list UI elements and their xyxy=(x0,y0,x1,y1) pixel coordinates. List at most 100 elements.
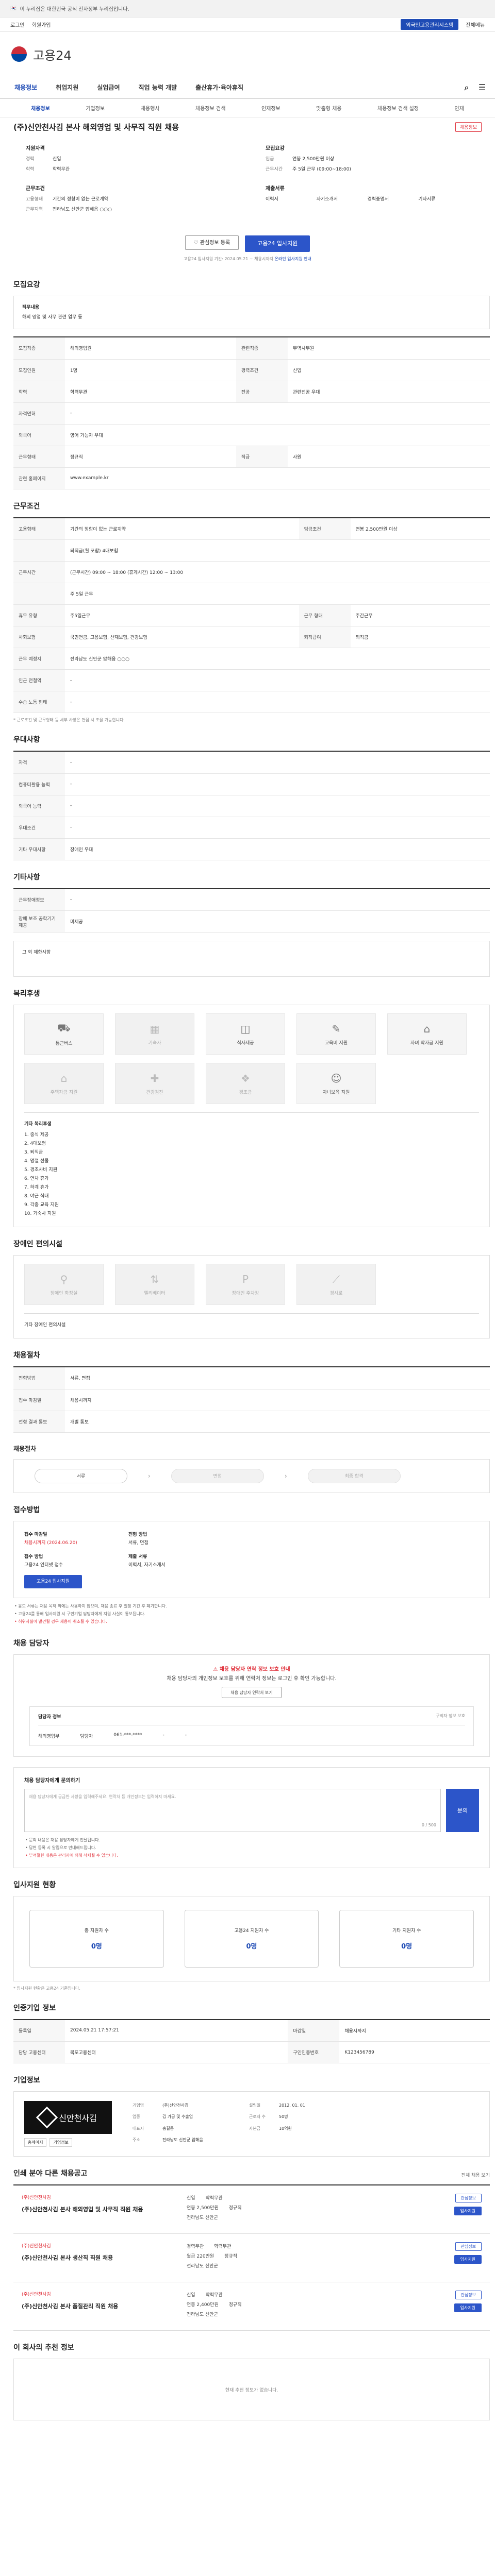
subnav-item[interactable]: 채용행사 xyxy=(141,104,160,112)
section-recommend: 이 회사의 추천 정보 현재 추천 정보가 없습니다. xyxy=(0,2342,495,2420)
table-value: 목포고용센터 xyxy=(65,2041,288,2063)
related-more-link[interactable]: 전체 채용 보기 xyxy=(461,2172,490,2178)
nav-training[interactable]: 직업 능력 개발 xyxy=(131,83,185,92)
login-link[interactable]: 로그인 xyxy=(10,21,25,28)
related-scrap-button[interactable]: 관심정보 xyxy=(455,2242,482,2251)
search-icon[interactable]: ⌕ xyxy=(461,82,472,93)
company-logo-text: 신안천사김 xyxy=(59,2113,97,2123)
subnav-item[interactable]: 채용정보 검색 xyxy=(195,104,225,112)
related-details: 경력무관 학력무관 월급 220만원 정규직 전라남도 신안군 xyxy=(176,2242,409,2272)
summary-group-title: 제출서류 xyxy=(266,186,285,192)
conditions-note: * 근로조건 및 근무형태 등 세부 사항은 면접 시 조율 가능합니다. xyxy=(13,718,125,722)
table-key: 전형 결과 통보 xyxy=(13,1411,65,1433)
table-key: 경력조건 xyxy=(236,359,288,381)
related-company: (주)신안천사김 xyxy=(22,2244,51,2249)
table-value: - xyxy=(65,889,490,911)
table-value: - xyxy=(65,402,490,425)
table-key: 수습 노동 형태 xyxy=(13,691,65,713)
table-value: 전라남도 신안군 압해읍 ○○○ xyxy=(65,648,490,670)
table-key: 인근 전철역 xyxy=(13,669,65,691)
menu-icon[interactable]: ☰ xyxy=(476,82,488,92)
gov-banner: 🇰🇷 이 누리집은 대한민국 공식 전자정부 누리집입니다. xyxy=(0,0,495,18)
table-row: 학력 학력무관 전공 관련전공 우대 xyxy=(13,381,490,403)
signup-link[interactable]: 회원가입 xyxy=(32,21,51,28)
company-key: 대표자 xyxy=(133,2126,144,2131)
apply-box-button[interactable]: 고용24 입사지원 xyxy=(24,1574,82,1588)
subnav-item[interactable]: 인재 xyxy=(455,104,464,112)
nav-jobs[interactable]: 채용정보 xyxy=(7,83,44,92)
all-menu-link[interactable]: 전체메뉴 xyxy=(466,21,485,28)
stats-note: * 입사지원 현황은 고용24 기준입니다. xyxy=(13,1986,80,1991)
contact-view-button[interactable]: 채용 담당자 연락처 보기 xyxy=(222,1686,282,1698)
welfare-label: 식사제공 xyxy=(237,1040,254,1046)
related-job-item[interactable]: (주)신안천사김 (주)신안천사김 본사 품질관리 직원 채용 신입 학력무관 연봉 2… xyxy=(13,2282,490,2331)
company-info: 기업명 (주)신안천사김 설립일 2012. 01. 01 업종 김 가공 및 수출업… xyxy=(133,2101,479,2147)
section-contact: 채용 담당자 ⚠ 채용 담당자 연락 정보 보호 안내 채용 담당자의 개인정보… xyxy=(0,1638,495,1868)
stats-box: 총 지원자 수 0명 고용24 지원자 수 0명 기타 지원자 수 0명 xyxy=(13,1895,490,1981)
box-text: 해외 영업 및 사무 관련 업무 등 xyxy=(22,315,82,320)
table-key: 구인인증번호 xyxy=(288,2041,340,2063)
company-homepage-link[interactable]: 홈페이지 xyxy=(24,2138,47,2147)
related-job-item[interactable]: (주)신안천사김 (주)신안천사김 본사 생산직 직원 채용 경력무관 학력무관 월급 … xyxy=(13,2234,490,2282)
section-title: 채용절차 xyxy=(13,1351,40,1360)
related-title[interactable]: (주)신안천사김 본사 해외영업 및 사무직 직원 채용 xyxy=(22,2206,176,2214)
related-title[interactable]: (주)신안천사김 본사 품질관리 직원 채용 xyxy=(22,2302,176,2311)
foreign-employment-link[interactable]: 외국인고용관리시스템 xyxy=(401,19,459,30)
contact-alert: ⚠ 채용 담당자 연락 정보 보호 안내 채용 담당자의 개인정보 보호를 위해… xyxy=(24,1665,479,1698)
company-value: 김 가공 및 수출업 xyxy=(162,2114,193,2120)
summary-key: 경력 xyxy=(26,157,35,162)
welfare-card: ❖ 경조금 xyxy=(206,1063,285,1104)
stat-label: 기타 지원자 수 xyxy=(392,1928,421,1934)
related-apply-button[interactable]: 입사지원 xyxy=(454,2303,482,2312)
related-apply-button[interactable]: 입사지원 xyxy=(454,2207,482,2215)
subnav-item[interactable]: 채용정보 검색 설정 xyxy=(377,104,419,112)
subnav-item[interactable]: 인재정보 xyxy=(261,104,280,112)
section-selection: 채용절차 전형방법 서류, 면접 접수 마감일 채용시까지 전형 결과 통보 개별 통보 … xyxy=(0,1350,495,1493)
summary-group-title: 모집요강 xyxy=(266,146,285,151)
table-value: 연봉 2,500만원 이상 xyxy=(350,518,490,540)
welfare-label: 엘리베이터 xyxy=(144,1291,166,1296)
inquiry-submit-button[interactable]: 문의 xyxy=(446,1788,479,1832)
contact-info-title: 담당자 정보 xyxy=(38,1714,61,1720)
apply-guide-link[interactable]: 온라인 입사지원 안내 xyxy=(275,257,311,261)
inquiry-textarea[interactable]: 채용 담당자에게 궁금한 사항을 입력해주세요. 연락처 등 개인정보는 입력하… xyxy=(24,1788,441,1832)
nav-leave[interactable]: 출산휴가·육아휴직 xyxy=(188,83,251,92)
related-scrap-button[interactable]: 관심정보 xyxy=(455,2194,482,2202)
subnav-item[interactable]: 맞춤형 채용 xyxy=(316,104,341,112)
related-detail: 신입 xyxy=(187,2293,195,2298)
apply-bullets: • 응모 서류는 채용 목적 외에는 사용하지 않으며, 채용 종료 후 일정 … xyxy=(13,1602,490,1625)
contact-fax: - xyxy=(162,1732,164,1738)
related-title[interactable]: (주)신안천사김 본사 생산직 직원 채용 xyxy=(22,2254,176,2262)
logo-icon[interactable] xyxy=(10,45,28,63)
table-value: 정규직 xyxy=(65,446,236,468)
subnav-item[interactable]: 기업정보 xyxy=(86,104,105,112)
related-scrap-button[interactable]: 관심정보 xyxy=(455,2291,482,2299)
subnav-item[interactable]: 채용정보 xyxy=(31,104,50,112)
site-logo[interactable]: 고용24 xyxy=(33,45,72,63)
graduation-icon: ⌂ xyxy=(423,1022,431,1035)
related-job-item[interactable]: (주)신안천사김 (주)신안천사김 본사 해외영업 및 사무직 직원 채용 신입 학력… xyxy=(13,2185,490,2234)
welfare-item: 3. 퇴직금 xyxy=(24,1150,43,1155)
table-key: 마감일 xyxy=(288,2020,340,2042)
related-apply-button[interactable]: 입사지원 xyxy=(454,2255,482,2264)
stat-label: 고용24 지원자 수 xyxy=(234,1928,269,1934)
apply-button[interactable]: 고용24 입사지원 xyxy=(245,235,310,252)
nav-unemployment[interactable]: 실업급여 xyxy=(90,83,127,92)
company-key: 자본금 xyxy=(249,2126,261,2131)
related-details: 신입 학력무관 연봉 2,400만원 정규직 전라남도 신안군 xyxy=(176,2291,409,2320)
table-key: 전공 xyxy=(236,381,288,403)
company-value: 50명 xyxy=(279,2114,288,2120)
company-info-link[interactable]: 기업정보 xyxy=(50,2138,72,2147)
table-value: 미제공 xyxy=(65,910,490,933)
summary-key: 고용형태 xyxy=(26,197,43,202)
table-key: 관련직종 xyxy=(236,337,288,360)
summary-value: 전라남도 신안군 압해읍 ○○○ xyxy=(53,207,112,212)
scrap-button[interactable]: ♡ 관심정보 등록 xyxy=(185,235,239,250)
nav-employment-support[interactable]: 취업지원 xyxy=(48,83,86,92)
parking-icon: P xyxy=(242,1273,249,1285)
summary-key: 근무지역 xyxy=(26,207,43,212)
info-table: 등록일 2024.05.21 17:57:21 마감일 채용시까지 담당 고용센터 목포고… xyxy=(13,2020,490,2063)
table-row: 담당 고용센터 목포고용센터 구인인증번호 K123456789 xyxy=(13,2041,490,2063)
table-row: 모집직종 해외영업원 관련직종 무역사무원 xyxy=(13,337,490,360)
welfare-label: 경사로 xyxy=(329,1291,343,1296)
